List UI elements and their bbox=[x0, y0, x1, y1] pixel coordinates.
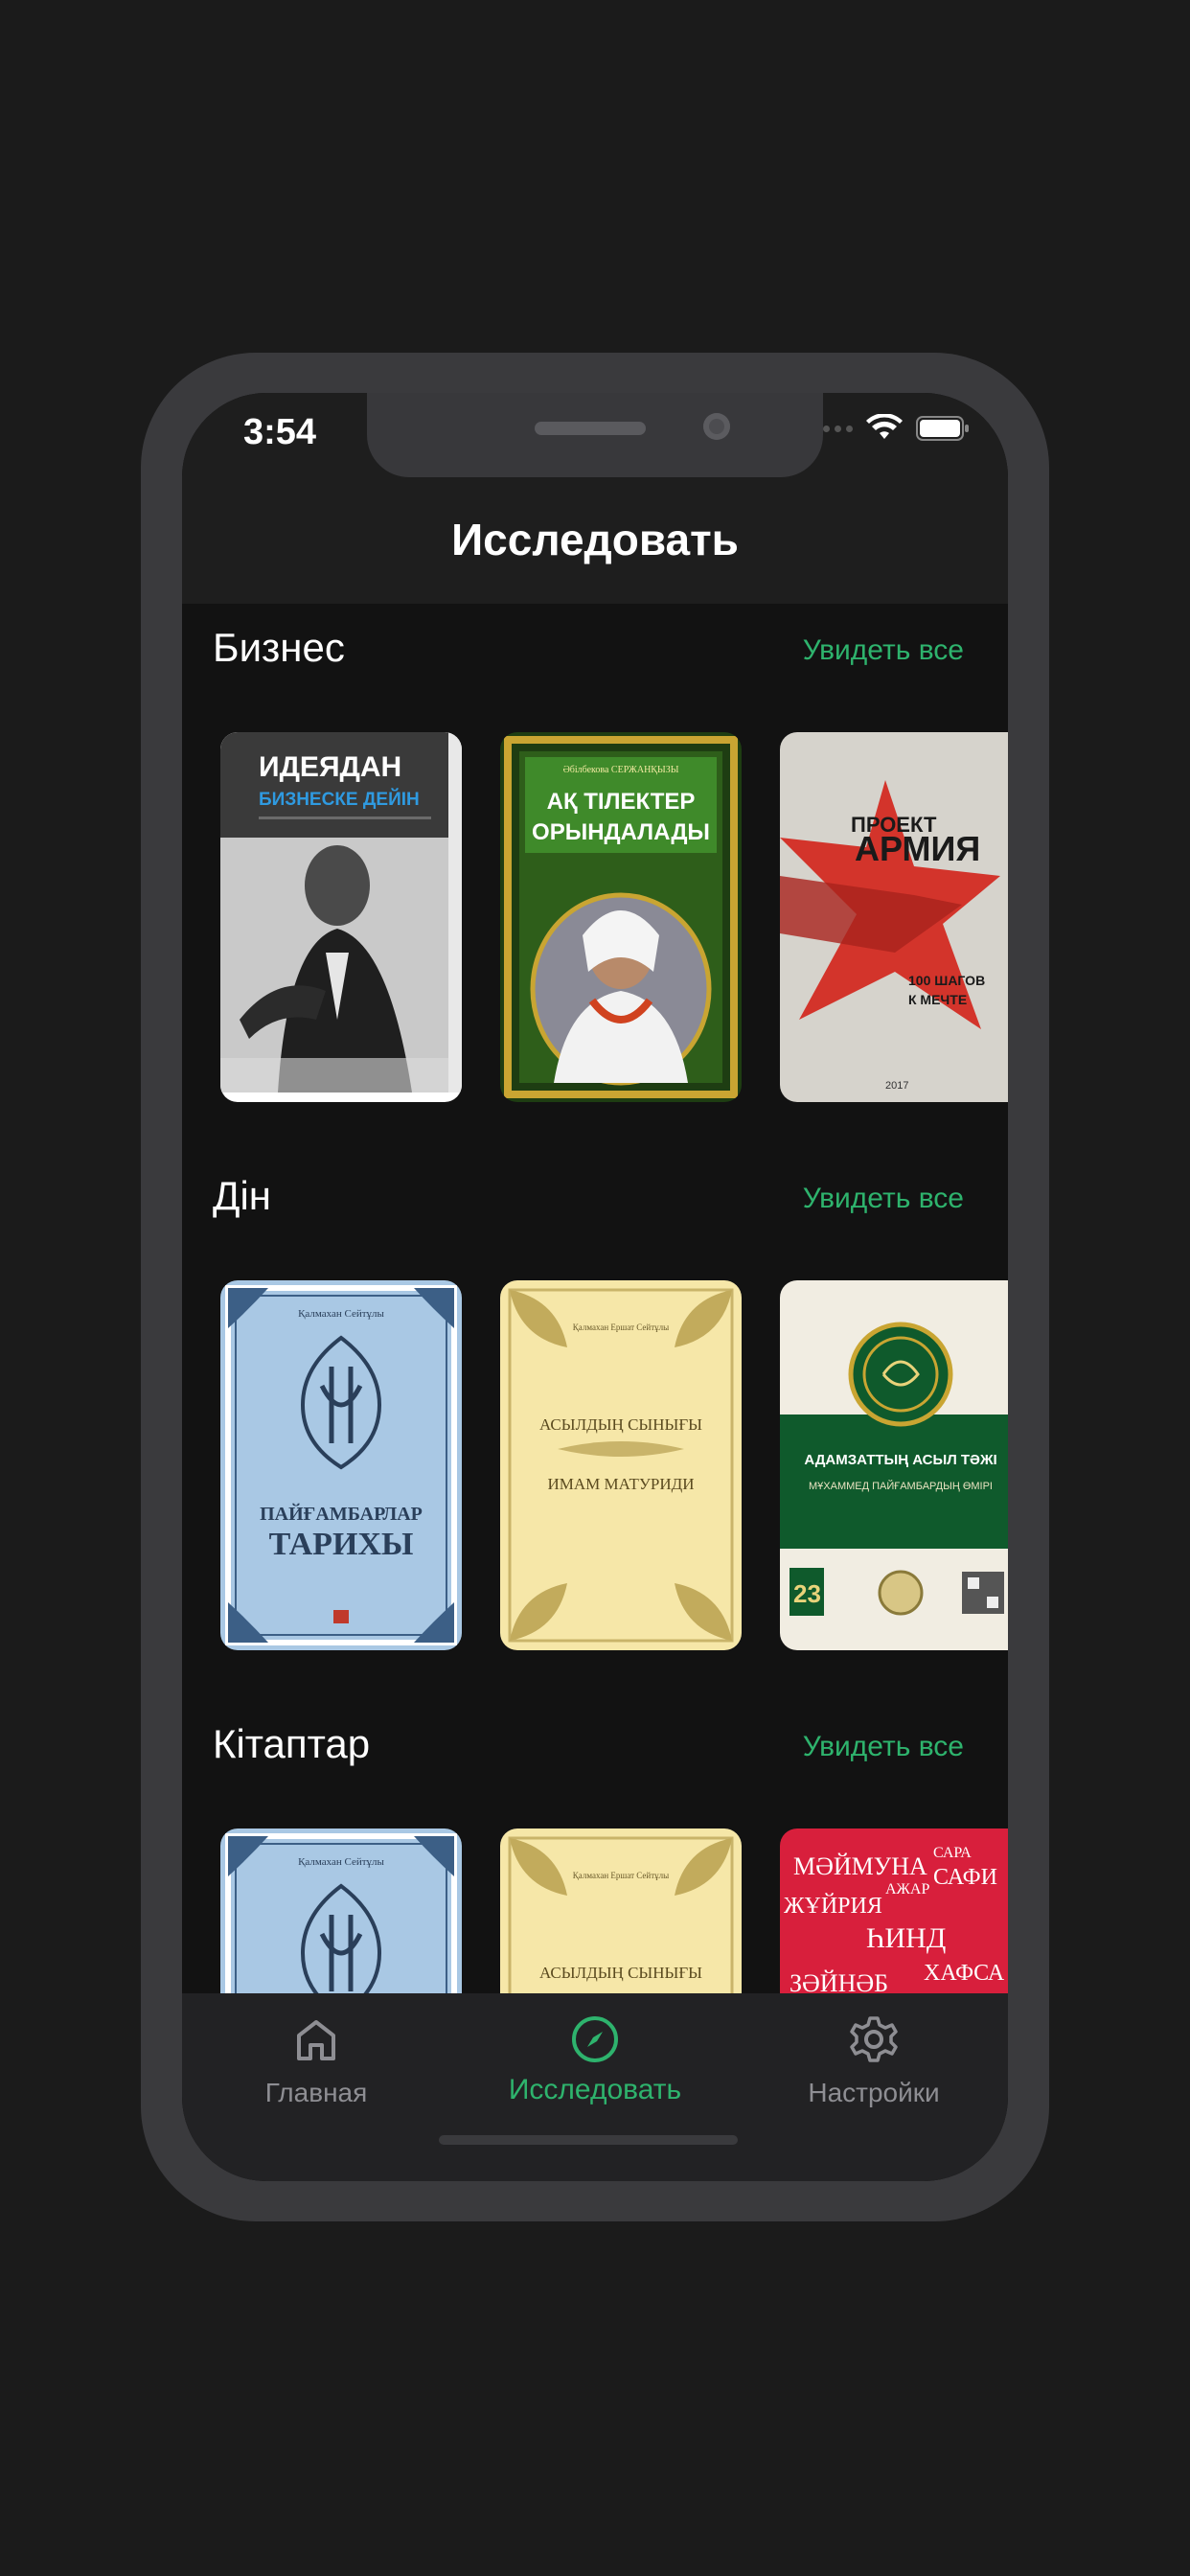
cover-author: Қалмахан Сейтұлы bbox=[298, 1856, 384, 1868]
tab-label: Главная bbox=[264, 2078, 368, 2107]
book-cover[interactable]: Әбілбекова СЕРЖАНҚЫЗЫ АҚ ТІЛЕКТЕР ОРЫНДА… bbox=[500, 732, 742, 1102]
cover-subtitle: МҰХАММЕД ПАЙҒАМБАРДЫҢ ӨМІРІ bbox=[809, 1480, 993, 1492]
gear-icon bbox=[850, 2016, 898, 2062]
cover-author: Қалмахан Сейтұлы bbox=[298, 1308, 384, 1320]
section-title: Дін bbox=[213, 1173, 271, 1218]
status-icons bbox=[812, 414, 970, 443]
book-cover[interactable]: МӘЙМУНА САФИ ЖҰЙРИЯ ҺИНД ЗӘЙНӘБ ХАФСА СА… bbox=[780, 1828, 1008, 2003]
cover-subtitle: БИЗНЕСКЕ ДЕЙІН bbox=[259, 789, 420, 810]
book-cover[interactable]: АДАМЗАТТЫҢ АСЫЛ ТӘЖІ МҰХАММЕД ПАЙҒАМБАРД… bbox=[780, 1280, 1008, 1650]
battery-icon bbox=[916, 416, 969, 441]
cover-title: ОРЫНДАЛАДЫ bbox=[532, 819, 710, 845]
tab-explore[interactable]: Исследовать bbox=[461, 1993, 729, 2118]
cover-title: АРМИЯ bbox=[855, 829, 980, 868]
device-notch bbox=[367, 393, 823, 477]
cover-author: Әбілбекова СЕРЖАНҚЫЗЫ bbox=[563, 765, 679, 775]
section-title: Кітаптар bbox=[213, 1721, 371, 1766]
section-business: Бизнес Увидеть все ИДЕЯДАН БИЗНЕСКЕ ДЕЙІ… bbox=[182, 604, 1008, 1150]
see-all-link[interactable]: Увидеть все bbox=[803, 1183, 964, 1215]
tab-settings[interactable]: Настройки bbox=[740, 1993, 1008, 2118]
navigation-bar: Исследовать bbox=[182, 489, 1008, 604]
see-all-link[interactable]: Увидеть все bbox=[803, 1731, 964, 1763]
explore-content[interactable]: Бизнес Увидеть все ИДЕЯДАН БИЗНЕСКЕ ДЕЙІ… bbox=[182, 604, 1008, 2003]
book-cover[interactable]: Қалмахан Ершат Сейтұлы АСЫЛДЫҢ СЫНЫҒЫ bbox=[500, 1828, 742, 2003]
cover-word: ЖҰЙРИЯ bbox=[784, 1894, 882, 1919]
cover-word: САФИ bbox=[933, 1865, 997, 1890]
cover-title: ТАРИХЫ bbox=[269, 1527, 414, 1562]
app-screen: 3:54 Исследовать Бизнес Увидеть все ИДЕЯ… bbox=[182, 393, 1008, 2181]
cover-title: ИДЕЯДАН bbox=[259, 751, 401, 783]
see-all-link[interactable]: Увидеть все bbox=[803, 634, 964, 667]
status-time: 3:54 bbox=[243, 412, 317, 452]
wifi-icon bbox=[866, 414, 903, 439]
cover-word: ХАФСА bbox=[924, 1961, 1005, 1986]
compass-icon bbox=[572, 2016, 618, 2062]
book-cover[interactable]: Қалмахан Сейтұлы ПАЙҒАМБАРЛАР ТАРИХЫ bbox=[220, 1280, 462, 1650]
home-indicator bbox=[439, 2135, 738, 2145]
cover-word: ҺИНД bbox=[866, 1922, 946, 1954]
cover-word: САРА bbox=[933, 1845, 972, 1861]
cover-word: МӘЙМУНА bbox=[793, 1852, 927, 1880]
cover-title: ИМАМ МАТУРИДИ bbox=[548, 1475, 695, 1493]
book-cover[interactable]: Қалмахан Ершат Сейтұлы АСЫЛДЫҢ СЫНЫҒЫ ИМ… bbox=[500, 1280, 742, 1650]
cover-subtitle: К МЕЧТЕ bbox=[908, 992, 967, 1007]
front-camera bbox=[703, 413, 730, 440]
home-icon bbox=[297, 2020, 335, 2060]
cover-title: АҚ ТІЛЕКТЕР bbox=[547, 789, 696, 815]
speaker-grille bbox=[535, 422, 646, 435]
book-cover[interactable]: ИДЕЯДАН БИЗНЕСКЕ ДЕЙІН bbox=[220, 732, 462, 1102]
tab-label: Настройки bbox=[808, 2078, 940, 2107]
cover-author: Қалмахан Ершат Сейтұлы bbox=[573, 1871, 669, 1880]
tab-home[interactable]: Главная bbox=[182, 1993, 450, 2118]
cover-word: АЖАР bbox=[885, 1881, 929, 1898]
book-cover[interactable]: ПРОЕКТ АРМИЯ 100 ШАГОВ К МЕЧТЕ 2017 bbox=[780, 732, 1008, 1102]
section-books: Кітаптар Увидеть все Қалмахан Сейтұлы Қа… bbox=[182, 1700, 1008, 2003]
page-title: Исследовать bbox=[451, 515, 739, 564]
cover-year: 2017 bbox=[885, 1080, 908, 1092]
cover-title: АСЫЛДЫҢ СЫНЫҒЫ bbox=[539, 1964, 702, 1982]
section-title: Бизнес bbox=[213, 625, 345, 670]
cover-subtitle: 100 ШАГОВ bbox=[908, 973, 985, 988]
cover-badge: 23 bbox=[793, 1579, 821, 1608]
cover-title: АДАМЗАТТЫҢ АСЫЛ ТӘЖІ bbox=[804, 1452, 996, 1468]
section-religion: Дін Увидеть все Қалмахан Сейтұлы ПАЙҒАМБ… bbox=[182, 1152, 1008, 1698]
tab-label: Исследовать bbox=[508, 2074, 682, 2105]
cover-title: ПАЙҒАМБАРЛАР bbox=[260, 1503, 423, 1525]
book-cover[interactable]: Қалмахан Сейтұлы bbox=[220, 1828, 462, 2003]
tab-bar: Главная Исследовать Настройки bbox=[182, 1993, 1008, 2181]
cover-title: АСЫЛДЫҢ СЫНЫҒЫ bbox=[539, 1415, 702, 1434]
cover-author: Қалмахан Ершат Сейтұлы bbox=[573, 1322, 669, 1332]
